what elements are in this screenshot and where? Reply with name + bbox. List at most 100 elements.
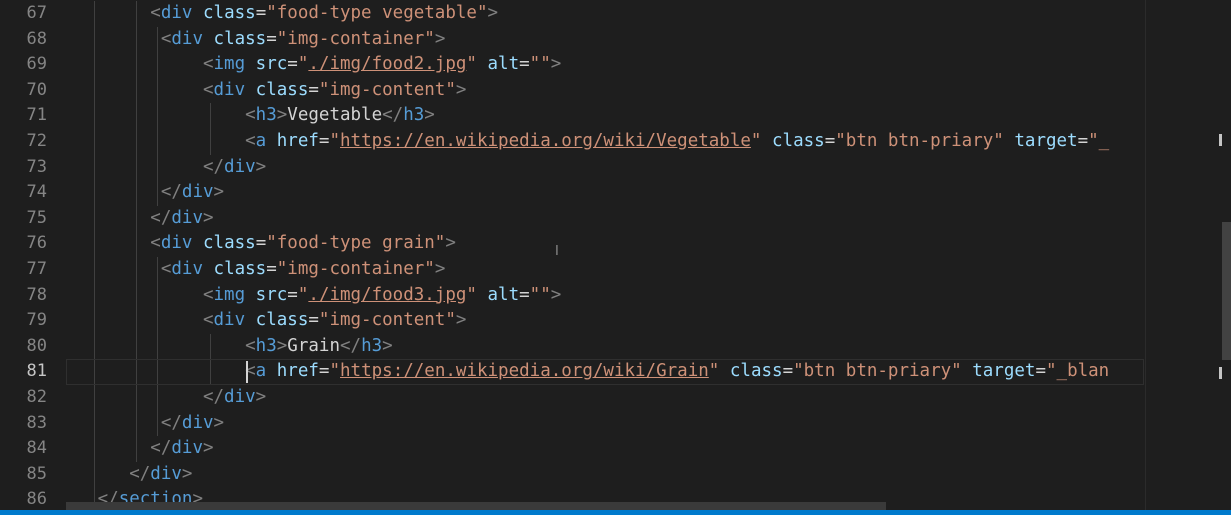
code-line[interactable]: </div>	[66, 206, 1144, 232]
line-number: 74	[26, 182, 47, 203]
code-line[interactable]: </div>	[66, 155, 1144, 181]
code-token-str: "	[466, 54, 477, 75]
code-token-punc: >	[202, 438, 214, 459]
code-token-str: "img-container"	[276, 259, 435, 279]
code-token-punc: </	[202, 156, 225, 177]
code-line[interactable]: <div class="img-content">	[66, 78, 1144, 104]
vertical-scrollbar-thumb[interactable]	[1222, 222, 1231, 360]
code-line[interactable]: <div class="food-type vegetable">	[66, 1, 1144, 27]
code-line[interactable]: </div>	[66, 180, 1144, 206]
code-line[interactable]: </div>	[66, 462, 1144, 488]
code-line[interactable]: <div class="food-type grain">	[66, 231, 1144, 257]
code-token-punc: >	[487, 3, 499, 23]
code-token-text: =	[287, 54, 298, 75]
overview-ruler-marker	[1219, 367, 1222, 379]
line-number: 76	[26, 233, 47, 254]
code-token-punc: <	[160, 28, 172, 49]
minimap[interactable]	[1145, 0, 1220, 510]
code-line[interactable]: <h3>Vegetable</h3>	[66, 103, 1144, 129]
horizontal-scrollbar-thumb[interactable]	[66, 502, 886, 510]
code-token-attr: class	[729, 361, 783, 382]
code-token-str: "food-type grain"	[266, 233, 446, 254]
code-editor[interactable]: 67 68 69 70 71 72 73 74 75 76 77 78 79 80 81 82 83 84 85 86…	[0, 0, 1231, 515]
code-line[interactable]: <img src="./img/food2.jpg" alt="">	[66, 52, 1144, 78]
code-token-punc: >	[455, 79, 467, 100]
code-token-punc: >	[181, 463, 193, 484]
code-token-tag: img	[213, 284, 246, 305]
code-token-attr: href	[276, 131, 319, 151]
code-line[interactable]: <img src="./img/food3.jpg" alt="">	[66, 283, 1144, 309]
code-token-attr: class	[203, 3, 256, 23]
code-token-attr: class	[203, 233, 256, 254]
code-token-str: "img-content"	[318, 79, 456, 100]
line-number: 70	[26, 79, 47, 100]
code-line[interactable]: <div class="img-container">	[66, 27, 1144, 53]
code-token-punc: >	[445, 233, 456, 254]
code-token-tag: div	[224, 387, 256, 407]
code-token-tag: div	[171, 259, 203, 279]
overview-ruler-marker	[1219, 134, 1222, 146]
code-line[interactable]: <a href="https://en.wikipedia.org/wiki/G…	[66, 359, 1144, 385]
code-token-text: =	[308, 310, 319, 331]
code-token-str: "btn btn-priary"	[835, 131, 1004, 151]
code-token-str: ""	[529, 54, 551, 75]
code-token-tag: h3	[255, 105, 277, 126]
code-area[interactable]: <div class="food-type vegetable"> <div c…	[66, 0, 1144, 515]
line-number: 69	[26, 54, 47, 75]
code-token-str: "food-type vegetable"	[266, 3, 488, 23]
code-line[interactable]: <div class="img-content">	[66, 308, 1144, 334]
code-token-punc: <	[202, 54, 214, 75]
code-token-text: =	[308, 79, 319, 100]
code-token-text: =	[824, 131, 836, 151]
code-token-attr: alt	[487, 54, 520, 75]
code-token-str: "	[297, 54, 309, 75]
code-token-link: ./img/food2.jpg	[308, 54, 467, 75]
line-number: 68	[26, 28, 47, 49]
code-token-text: Grain	[287, 335, 340, 356]
code-line[interactable]: <h3>Grain</h3>	[66, 334, 1144, 360]
code-line[interactable]: </div>	[66, 411, 1144, 437]
code-line[interactable]: </div>	[66, 436, 1144, 462]
code-token-attr: class	[213, 28, 267, 49]
code-token-punc: <	[160, 259, 172, 279]
code-token-punc: </	[339, 335, 362, 356]
code-token-punc: </	[160, 182, 182, 203]
code-token-text: =	[782, 361, 794, 382]
code-token-tag: a	[255, 131, 267, 151]
code-token-punc: <	[202, 310, 214, 331]
code-token-text: =	[287, 284, 298, 305]
code-token-tag: h3	[403, 105, 425, 126]
code-token-text: =	[255, 233, 267, 254]
code-token-tag: div	[224, 156, 256, 177]
code-token-punc: >	[382, 335, 393, 356]
code-line[interactable]: </div>	[66, 385, 1144, 411]
line-number: 73	[26, 156, 47, 177]
code-token-str: ""	[529, 284, 551, 305]
code-token-punc: </	[202, 387, 225, 407]
code-token-attr: src	[255, 54, 288, 75]
code-token-str: "	[708, 361, 720, 382]
code-token-punc: </	[160, 412, 182, 433]
code-line[interactable]: <div class="img-container">	[66, 257, 1144, 283]
code-token-str: "	[750, 131, 762, 151]
code-token-punc: >	[276, 335, 288, 356]
code-line[interactable]: <a href="https://en.wikipedia.org/wiki/V…	[66, 129, 1144, 155]
code-token-tag: div	[181, 182, 214, 203]
code-token-text: =	[1077, 131, 1089, 151]
code-token-punc: <	[245, 105, 256, 126]
code-token-punc: >	[276, 105, 288, 126]
